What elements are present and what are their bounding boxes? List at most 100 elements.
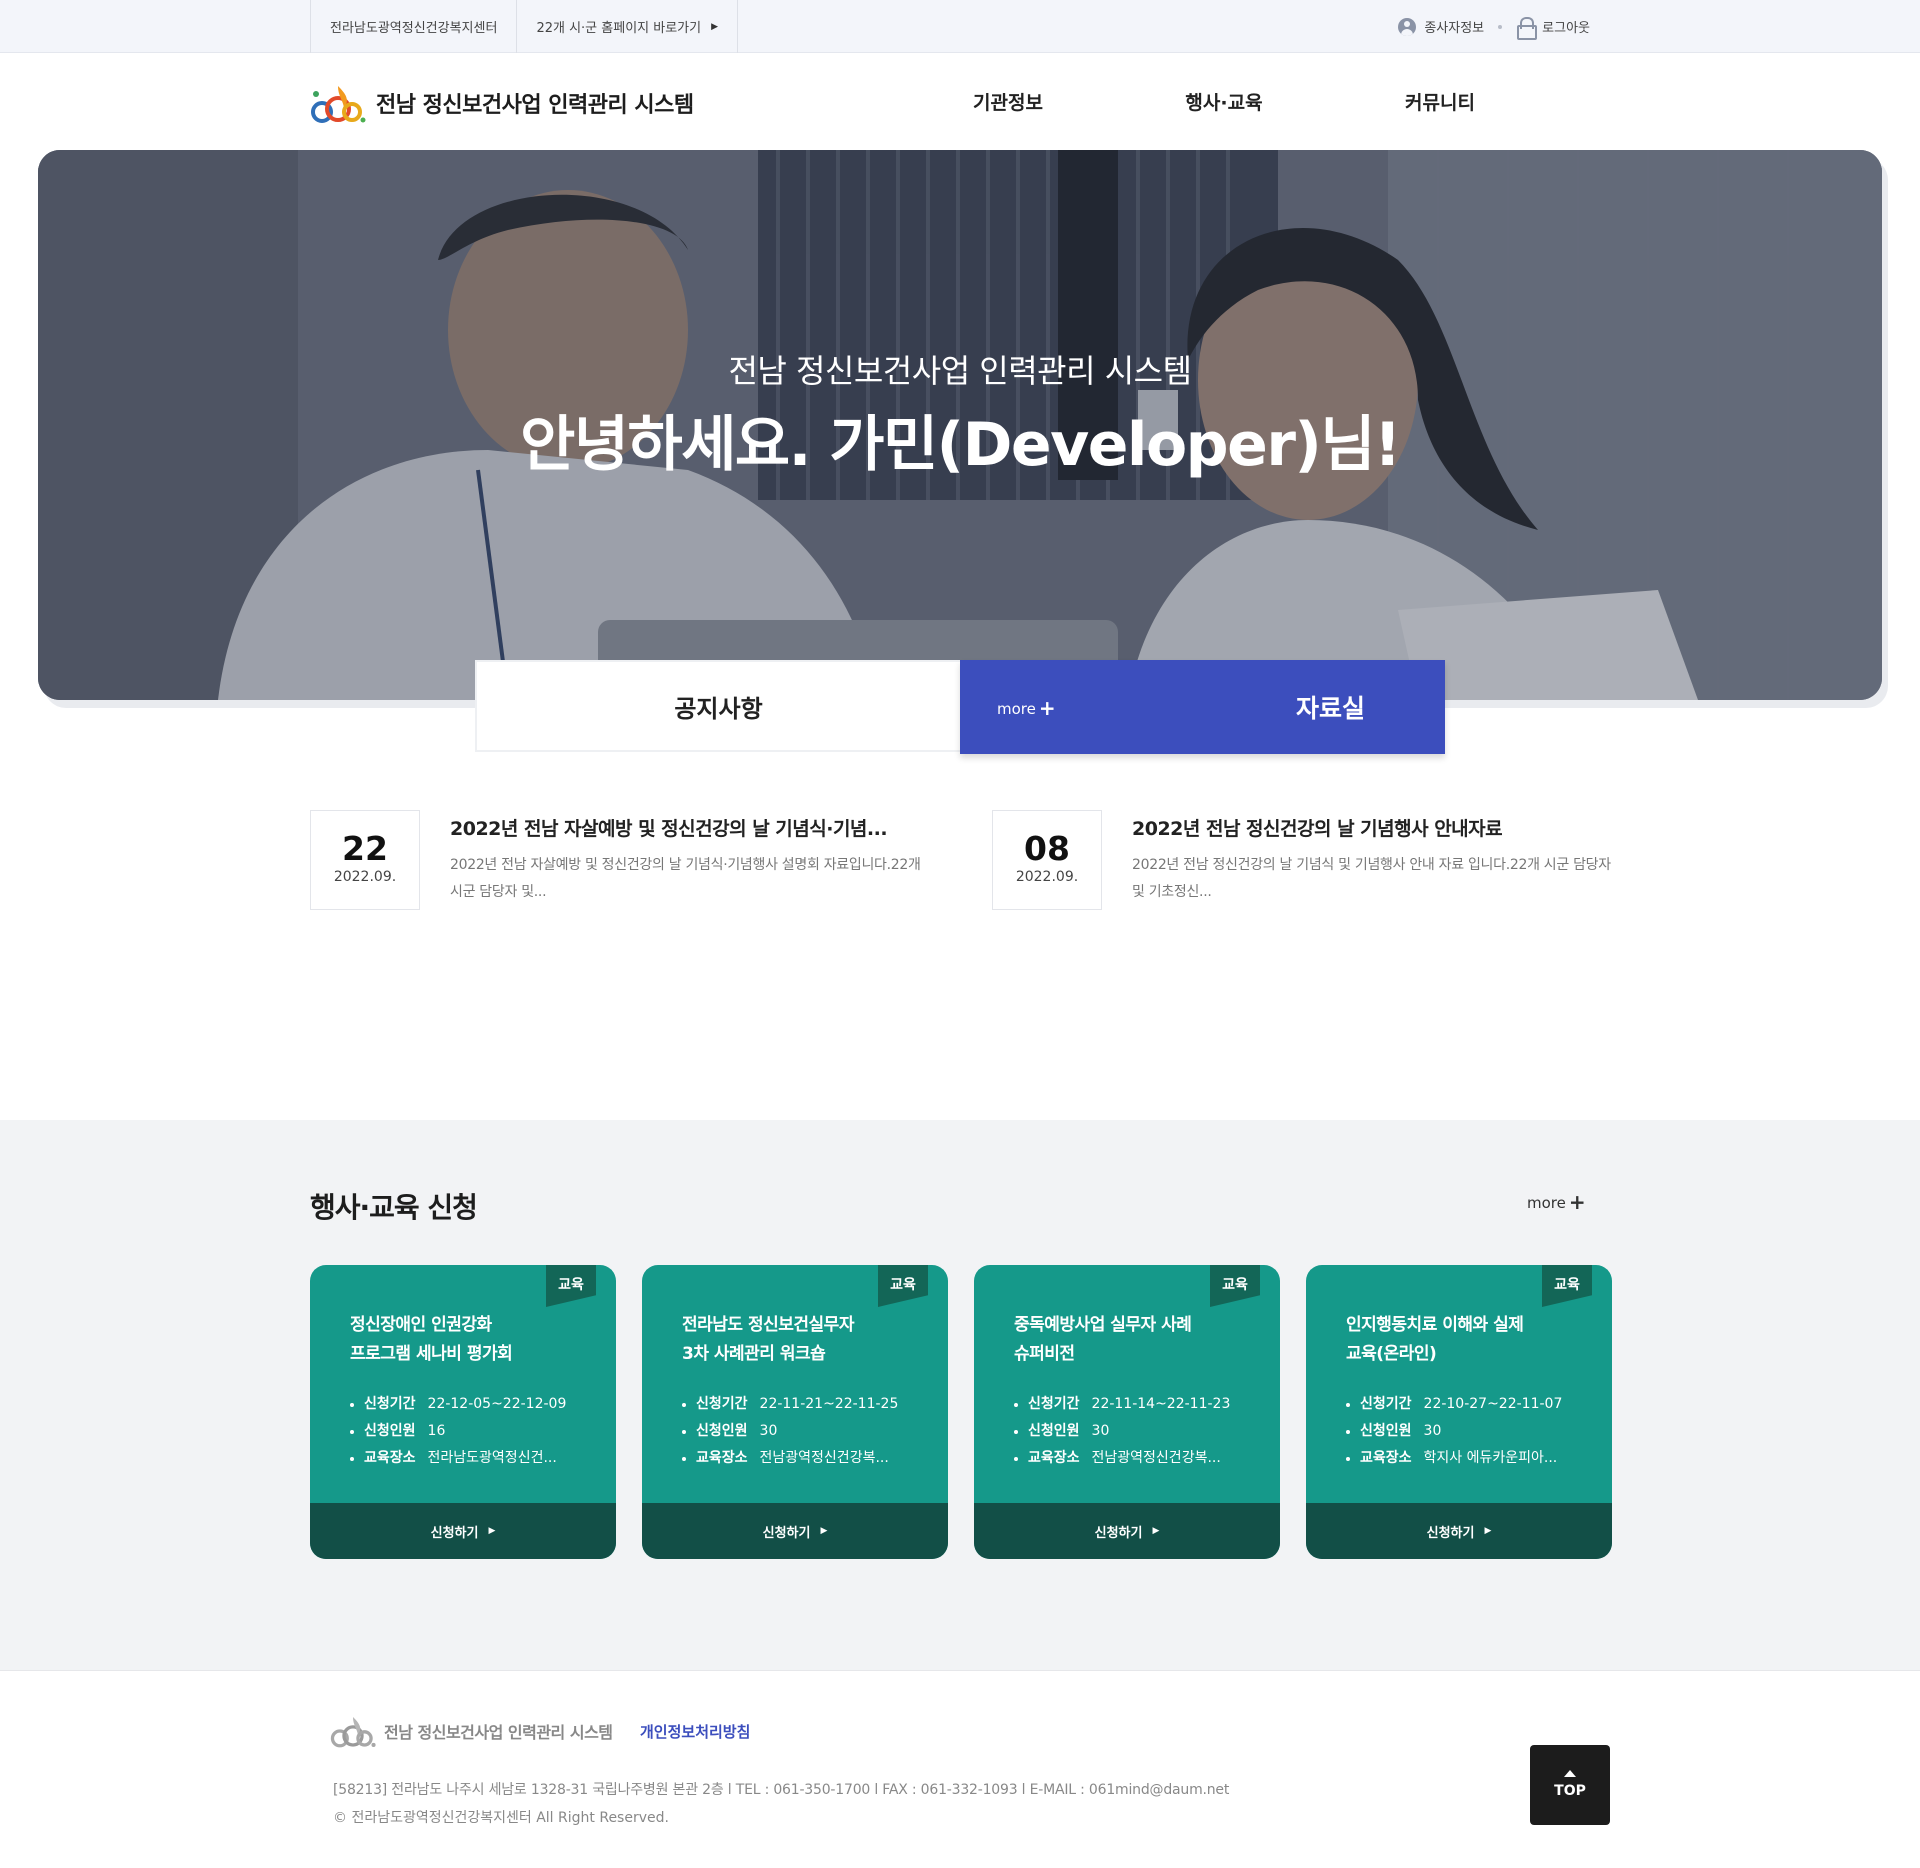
post-day: 08 — [1024, 829, 1070, 868]
category-badge: 교육 — [1542, 1265, 1592, 1307]
category-badge: 교육 — [1210, 1265, 1260, 1307]
lock-icon — [1516, 16, 1538, 40]
info-row-count: 신청인원 16 — [350, 1418, 566, 1445]
programs-more-link[interactable]: more + — [1527, 1190, 1586, 1214]
info-row-count: 신청인원 30 — [1014, 1418, 1230, 1445]
post-day: 22 — [342, 829, 388, 868]
program-title[interactable]: 정신장애인 인권강화 프로그램 세나비 평가회 — [350, 1311, 590, 1369]
bullet-icon — [682, 1402, 686, 1407]
program-info: 신청기간 22-11-21~22-11-25 신청인원 30 교육장소 전남광역정신건… — [682, 1391, 898, 1472]
program-title-line2: 프로그램 세나비 평가회 — [350, 1344, 513, 1364]
info-label: 교육장소 — [1360, 1450, 1412, 1466]
program-info: 신청기간 22-12-05~22-12-09 신청인원 16 교육장소 전라남도광역정… — [350, 1391, 566, 1472]
footer-logo: 전남 정신보건사업 인력관리 시스템 — [330, 1713, 613, 1749]
center-home-link-label: 전라남도광역정신건강복지센터 — [330, 21, 498, 36]
section-title: 행사·교육 신청 — [307, 1186, 480, 1228]
caret-right-icon: ▶ — [711, 21, 719, 32]
info-value: 22-11-21~22-11-25 — [759, 1396, 899, 1412]
tab-notice[interactable]: 공지사항 — [475, 660, 960, 752]
list-item[interactable]: 08 2022.09. 2022년 전남 정신건강의 날 기념행사 안내자료 2… — [992, 810, 1632, 910]
post-description: 2022년 전남 자살예방 및 정신건강의 날 기념식·기념행사 설명회 자료입… — [450, 857, 921, 900]
user-info-link[interactable]: 종사자정보 — [1398, 17, 1484, 36]
privacy-policy-link[interactable]: 개인정보처리방침 — [640, 1721, 750, 1742]
user-icon — [1398, 17, 1417, 36]
tab-data-room[interactable]: more + 자료실 — [960, 660, 1445, 754]
footer-copyright: © 전라남도광역정신건강복지센터 All Right Reserved. — [333, 1810, 669, 1826]
hero-greeting: 안녕하세요. 가민(Developer)님! — [520, 410, 1401, 480]
board-tabs: 공지사항 more + 자료실 — [475, 660, 1445, 754]
bullet-icon — [350, 1456, 354, 1461]
info-row-place: 교육장소 학지사 에듀카운피아... — [1346, 1445, 1562, 1472]
program-section: 행사·교육 신청 more + 교육 정신장애인 인권강화 프로그램 세나비 평… — [0, 1120, 1920, 1670]
bullet-icon — [1346, 1402, 1350, 1407]
program-card: 교육 전라남도 정신보건실무자 3차 사례관리 워크숍 신청기간 22-11-21… — [642, 1265, 948, 1559]
program-title[interactable]: 중독예방사업 실무자 사례 슈퍼비전 — [1014, 1311, 1254, 1369]
info-label: 신청인원 — [696, 1423, 748, 1439]
post-title[interactable]: 2022년 전남 정신건강의 날 기념행사 안내자료 — [1132, 814, 1503, 841]
post-title[interactable]: 2022년 전남 자살예방 및 정신건강의 날 기념식·기념... — [450, 814, 888, 841]
apply-button[interactable]: 신청하기 ▶ — [974, 1503, 1280, 1559]
caret-right-icon: ▶ — [1484, 1526, 1492, 1536]
plus-icon: + — [1568, 1190, 1586, 1214]
scroll-top-label: TOP — [1554, 1783, 1586, 1799]
apply-button[interactable]: 신청하기 ▶ — [642, 1503, 948, 1559]
footer-logo-text: 전남 정신보건사업 인력관리 시스템 — [384, 1723, 613, 1742]
program-title-line1: 전라남도 정신보건실무자 — [682, 1315, 854, 1335]
logo-mark-icon — [311, 86, 366, 123]
info-row-period: 신청기간 22-12-05~22-12-09 — [350, 1391, 566, 1418]
info-row-place: 교육장소 전남광역정신건강복... — [682, 1445, 898, 1472]
program-info: 신청기간 22-11-14~22-11-23 신청인원 30 교육장소 전남광역정신건… — [1014, 1391, 1230, 1472]
info-label: 신청기간 — [364, 1396, 416, 1412]
bullet-icon — [682, 1456, 686, 1461]
info-value: 전남광역정신건강복... — [1091, 1450, 1221, 1466]
post-date: 22 2022.09. — [310, 810, 420, 910]
logout-label: 로그아웃 — [1542, 21, 1590, 36]
city-homepages-link[interactable]: 22개 시·군 홈페이지 바로가기 ▶ — [516, 0, 739, 53]
caret-right-icon: ▶ — [488, 1526, 496, 1536]
nav-item-community[interactable]: 커뮤니티 — [1332, 88, 1548, 115]
info-row-place: 교육장소 전라남도광역정신건... — [350, 1445, 566, 1472]
program-title-line2: 3차 사례관리 워크숍 — [682, 1344, 826, 1364]
post-year-month: 2022.09. — [1015, 869, 1079, 885]
post-date: 08 2022.09. — [992, 810, 1102, 910]
info-label: 신청인원 — [364, 1423, 416, 1439]
program-title-line1: 정신장애인 인권강화 — [350, 1315, 492, 1335]
program-title-line2: 슈퍼비전 — [1014, 1344, 1075, 1364]
program-title[interactable]: 인지행동치료 이해와 실제 교육(온라인) — [1346, 1311, 1586, 1369]
site-header: 전남 정신보건사업 인력관리 시스템 기관정보 행사·교육 커뮤니티 — [0, 54, 1920, 150]
program-cards: 교육 정신장애인 인권강화 프로그램 세나비 평가회 신청기간 22-12-05~… — [310, 1265, 1612, 1559]
user-info-label: 종사자정보 — [1424, 21, 1485, 36]
scroll-top-button[interactable]: TOP — [1530, 1745, 1610, 1825]
nav-item-events[interactable]: 행사·교육 — [1116, 88, 1332, 115]
apply-button[interactable]: 신청하기 ▶ — [310, 1503, 616, 1559]
center-home-link[interactable]: 전라남도광역정신건강복지센터 — [310, 0, 516, 53]
apply-button[interactable]: 신청하기 ▶ — [1306, 1503, 1612, 1559]
list-item[interactable]: 22 2022.09. 2022년 전남 자살예방 및 정신건강의 날 기념식·… — [310, 810, 950, 910]
programs-more-label: more — [1527, 1194, 1566, 1212]
info-value: 22-11-14~22-11-23 — [1091, 1396, 1231, 1412]
user-menu: 종사자정보 로그아웃 — [1398, 0, 1590, 53]
info-value: 전라남도광역정신건... — [427, 1450, 557, 1466]
bullet-icon — [1014, 1456, 1018, 1461]
info-label: 교육장소 — [1028, 1450, 1080, 1466]
info-value: 22-10-27~22-11-07 — [1423, 1396, 1563, 1412]
info-row-count: 신청인원 30 — [1346, 1418, 1562, 1445]
tab-notice-label: 공지사항 — [674, 694, 763, 723]
info-value: 학지사 에듀카운피아... — [1423, 1450, 1558, 1466]
info-row-count: 신청인원 30 — [682, 1418, 898, 1445]
info-label: 신청기간 — [1028, 1396, 1080, 1412]
program-title[interactable]: 전라남도 정신보건실무자 3차 사례관리 워크숍 — [682, 1311, 922, 1369]
hero-subtitle: 전남 정신보건사업 인력관리 시스템 — [728, 352, 1192, 390]
logout-link[interactable]: 로그아웃 — [1516, 16, 1590, 40]
caret-right-icon: ▶ — [1152, 1526, 1160, 1536]
board-more-link[interactable]: more + — [997, 696, 1056, 720]
nav-item-organization[interactable]: 기관정보 — [900, 88, 1116, 115]
bullet-icon — [682, 1429, 686, 1434]
tab-data-room-label: 자료실 — [1295, 694, 1365, 723]
info-label: 신청인원 — [1360, 1423, 1412, 1439]
site-logo[interactable]: 전남 정신보건사업 인력관리 시스템 — [310, 82, 694, 124]
separator-dot — [1498, 24, 1503, 29]
bullet-icon — [1346, 1456, 1350, 1461]
program-title-line1: 중독예방사업 실무자 사례 — [1014, 1315, 1192, 1335]
site-footer: 전남 정신보건사업 인력관리 시스템 개인정보처리방침 [58213] 전라남도… — [0, 1670, 1920, 1868]
